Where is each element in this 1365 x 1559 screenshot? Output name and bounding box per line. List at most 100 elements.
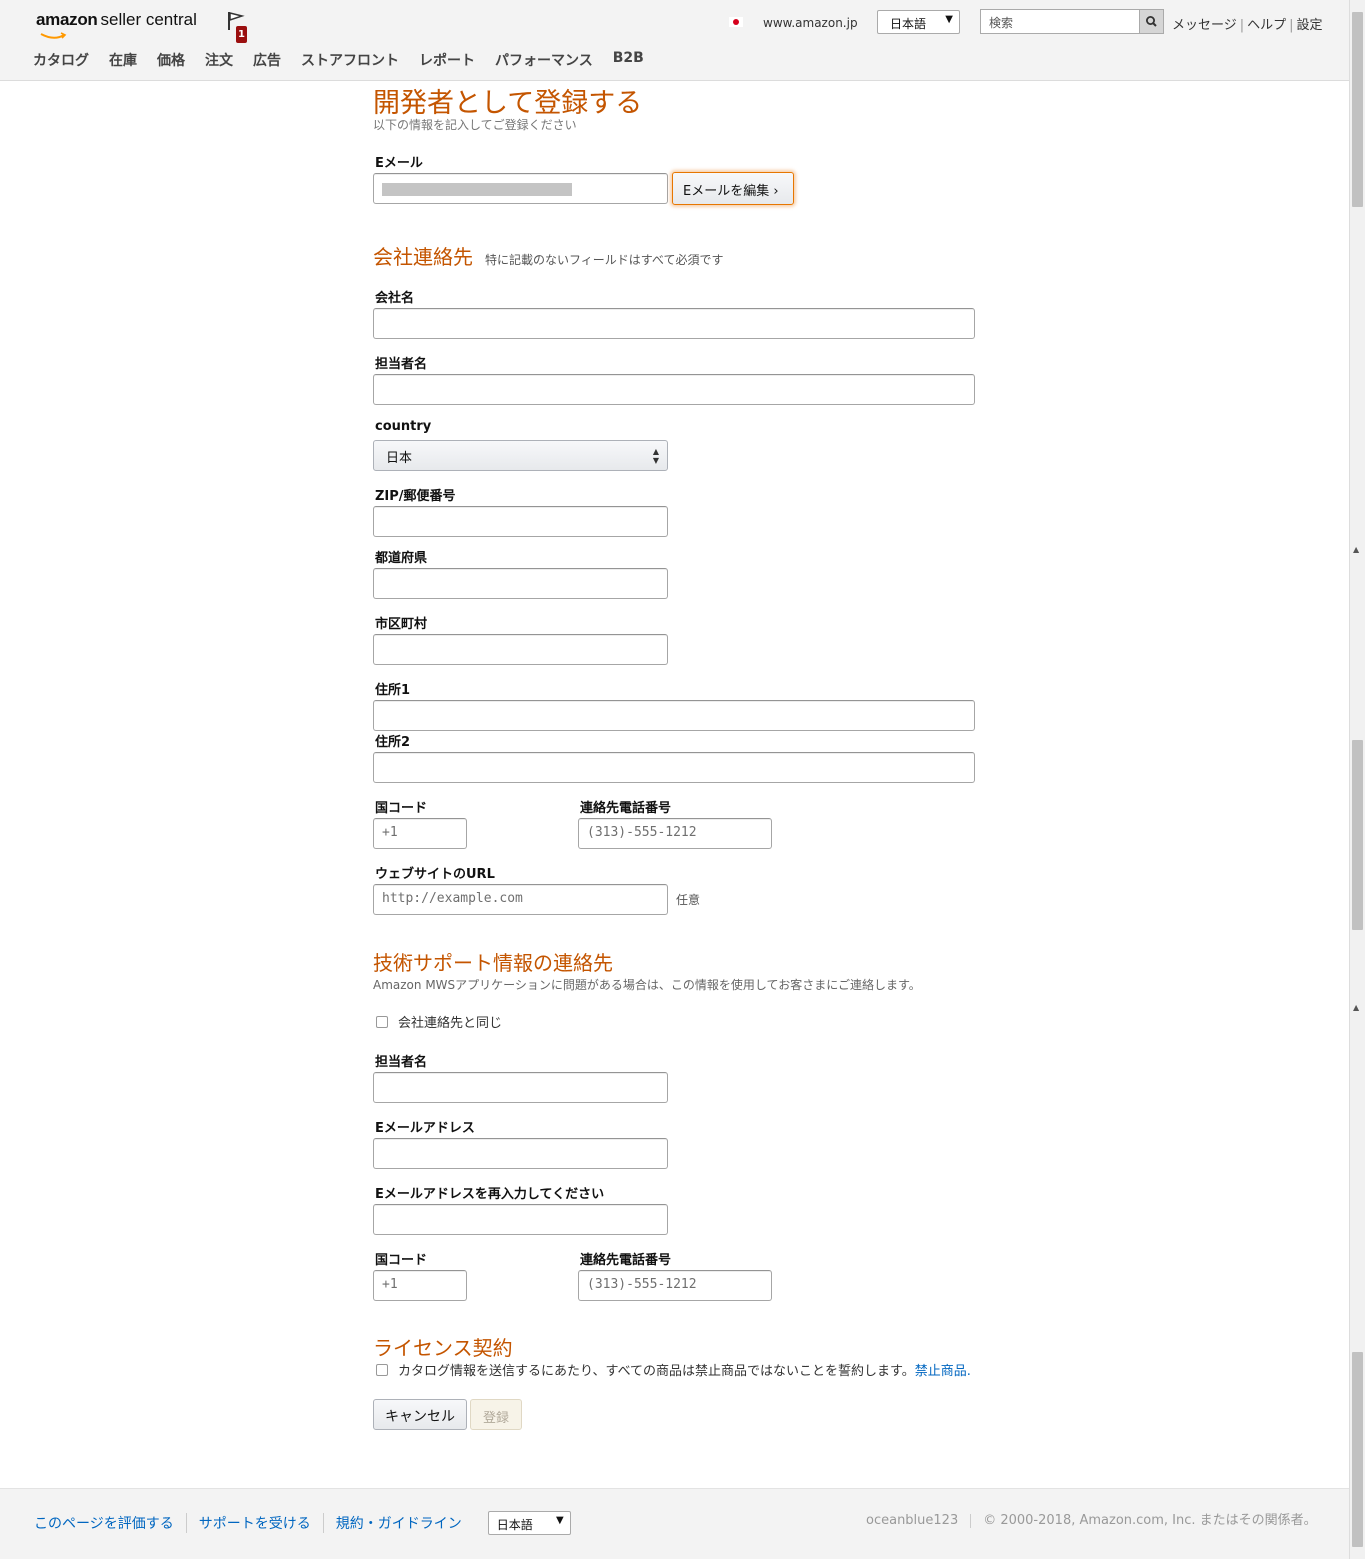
terms-guidelines-link[interactable]: 規約・ガイドライン bbox=[324, 1513, 474, 1533]
footer-language-value: 日本語 bbox=[496, 1518, 533, 1532]
page-subtitle: 以下の情報を記入してご登録ください bbox=[373, 118, 577, 132]
company-name-field[interactable] bbox=[373, 308, 975, 339]
address1-field[interactable] bbox=[373, 700, 975, 731]
main-nav: カタログ 在庫 価格 注文 広告 ストアフロント レポート パフォーマンス B2… bbox=[33, 50, 644, 70]
scroll-up-arrow-icon[interactable]: ▲ bbox=[1353, 545, 1359, 554]
country-value: 日本 bbox=[386, 451, 413, 466]
scrollbar-thumb-2[interactable] bbox=[1352, 740, 1363, 930]
license-title: ライセンス契約 bbox=[373, 1336, 513, 1360]
prohibited-products-link[interactable]: 禁止商品. bbox=[915, 1360, 971, 1379]
address2-label: 住所2 bbox=[375, 735, 411, 750]
email-field[interactable] bbox=[373, 173, 668, 204]
tech-support-title: 技術サポート情報の連絡先 bbox=[373, 951, 613, 975]
search-icon bbox=[1146, 16, 1157, 27]
company-name-label: 会社名 bbox=[375, 291, 415, 306]
company-contact-title: 会社連絡先 bbox=[373, 245, 473, 269]
get-support-link[interactable]: サポートを受ける bbox=[187, 1513, 324, 1533]
country-code-label: 国コード bbox=[375, 801, 428, 816]
logo-seller-central-text: seller central bbox=[100, 10, 197, 29]
city-field[interactable] bbox=[373, 634, 668, 665]
address1-label: 住所1 bbox=[375, 683, 411, 698]
nav-inventory[interactable]: 在庫 bbox=[109, 50, 137, 70]
website-field[interactable]: http://example.com bbox=[373, 884, 668, 915]
nav-b2b[interactable]: B2B bbox=[613, 50, 644, 70]
seller-central-logo[interactable]: amazon seller central bbox=[36, 10, 197, 39]
dropdown-caret-icon: ▼ bbox=[556, 1515, 564, 1526]
footer-account-info: oceanblue123 © 2000-2018, Amazon.com, Inc… bbox=[866, 1509, 1317, 1528]
tech-country-code-field[interactable]: +1 bbox=[373, 1270, 467, 1301]
tech-support-subtitle: Amazon MWSアプリケーションに問題がある場合は、この情報を使用してお客さ… bbox=[373, 978, 921, 992]
country-label: country bbox=[375, 419, 432, 434]
optional-text: 任意 bbox=[676, 893, 701, 907]
nav-performance[interactable]: パフォーマンス bbox=[495, 50, 593, 70]
license-agreement-checkbox[interactable] bbox=[376, 1363, 388, 1376]
tech-email-label: Eメールアドレス bbox=[375, 1121, 475, 1136]
nav-reports[interactable]: レポート bbox=[419, 50, 475, 70]
logo-amazon-text: amazon bbox=[36, 10, 98, 29]
same-as-company-label: 会社連絡先と同じ bbox=[398, 1016, 503, 1031]
edit-email-button[interactable]: Eメールを編集 › bbox=[672, 172, 794, 205]
tech-contact-name-label: 担当者名 bbox=[375, 1055, 428, 1070]
nav-orders[interactable]: 注文 bbox=[205, 50, 233, 70]
country-code-field[interactable]: +1 bbox=[373, 818, 467, 849]
marketplace-domain[interactable]: www.amazon.jp bbox=[763, 16, 858, 30]
tech-email-confirm-label: Eメールアドレスを再入力してください bbox=[375, 1187, 605, 1202]
email-label: Eメール bbox=[375, 156, 423, 171]
company-contact-section-title: 会社連絡先 特に記載のないフィールドはすべて必須です bbox=[373, 241, 723, 270]
page-scrollbar[interactable]: ▲ ▲ bbox=[1349, 0, 1365, 1559]
zip-label: ZIP/郵便番号 bbox=[375, 489, 456, 504]
tech-country-code-label: 国コード bbox=[375, 1253, 428, 1268]
tech-email-field[interactable] bbox=[373, 1138, 668, 1169]
top-header: amazon seller central 1 www.amazon.jp 日本語… bbox=[0, 0, 1349, 81]
japan-flag-icon bbox=[729, 17, 743, 27]
notification-count-badge: 1 bbox=[236, 26, 247, 43]
nav-storefront[interactable]: ストアフロント bbox=[301, 50, 399, 70]
nav-pricing[interactable]: 価格 bbox=[157, 50, 185, 70]
register-button[interactable]: 登録 bbox=[470, 1399, 523, 1430]
address2-field[interactable] bbox=[373, 752, 975, 783]
nav-advertising[interactable]: 広告 bbox=[253, 50, 281, 70]
phone-field[interactable]: (313)-555-1212 bbox=[578, 818, 772, 849]
footer-links: このページを評価する サポートを受ける 規約・ガイドライン 日本語 ▼ bbox=[34, 1511, 571, 1535]
same-as-company-checkbox[interactable] bbox=[376, 1015, 388, 1028]
prefecture-label: 都道府県 bbox=[375, 551, 428, 566]
footer-copyright: © 2000-2018, Amazon.com, Inc. またはその関係者。 bbox=[983, 1513, 1317, 1528]
search-input[interactable]: 検索 bbox=[980, 9, 1140, 34]
dropdown-caret-icon: ▼ bbox=[945, 14, 953, 25]
scrollbar-thumb[interactable] bbox=[1352, 12, 1363, 207]
page-title: 開発者として登録する bbox=[373, 88, 643, 119]
amazon-smile-icon bbox=[40, 32, 67, 39]
header-language-value: 日本語 bbox=[890, 17, 927, 31]
settings-link[interactable]: 設定 bbox=[1297, 18, 1323, 33]
license-agreement-text: カタログ情報を送信するにあたり、すべての商品は禁止商品ではないことを誓約します。 bbox=[398, 1364, 915, 1379]
notifications-flag-button[interactable]: 1 bbox=[227, 11, 251, 43]
contact-name-field[interactable] bbox=[373, 374, 975, 405]
tech-contact-name-field[interactable] bbox=[373, 1072, 668, 1103]
header-links: メッセージ | ヘルプ | 設定 bbox=[1172, 18, 1323, 33]
messages-link[interactable]: メッセージ bbox=[1172, 18, 1237, 33]
zip-field[interactable] bbox=[373, 506, 668, 537]
nav-catalog[interactable]: カタログ bbox=[33, 50, 89, 70]
footer-language-select[interactable]: 日本語 ▼ bbox=[487, 1511, 571, 1535]
tech-phone-field[interactable]: (313)-555-1212 bbox=[578, 1270, 772, 1301]
rate-page-link[interactable]: このページを評価する bbox=[34, 1513, 187, 1533]
same-as-company-row[interactable]: 会社連絡先と同じ bbox=[376, 1012, 502, 1031]
phone-label: 連絡先電話番号 bbox=[580, 801, 672, 816]
tech-phone-label: 連絡先電話番号 bbox=[580, 1253, 672, 1268]
contact-name-label: 担当者名 bbox=[375, 357, 428, 372]
tech-email-confirm-field[interactable] bbox=[373, 1204, 668, 1235]
search-button[interactable] bbox=[1139, 9, 1164, 34]
country-select[interactable]: 日本 ▲ ▼ bbox=[373, 440, 668, 471]
required-fields-note: 特に記載のないフィールドはすべて必須です bbox=[485, 253, 724, 267]
help-link[interactable]: ヘルプ bbox=[1247, 18, 1286, 33]
select-arrows-icon: ▲ ▼ bbox=[652, 447, 659, 465]
scrollbar-thumb-3[interactable] bbox=[1352, 1352, 1363, 1547]
redacted-email bbox=[382, 183, 572, 196]
cancel-button[interactable]: キャンセル bbox=[373, 1399, 467, 1430]
city-label: 市区町村 bbox=[375, 617, 428, 632]
page-footer: このページを評価する サポートを受ける 規約・ガイドライン 日本語 ▼ ocea… bbox=[0, 1488, 1349, 1559]
prefecture-field[interactable] bbox=[373, 568, 668, 599]
license-agreement-row[interactable]: カタログ情報を送信するにあたり、すべての商品は禁止商品ではないことを誓約します。… bbox=[376, 1360, 971, 1379]
header-language-select[interactable]: 日本語 ▼ bbox=[877, 10, 960, 34]
scroll-up-arrow-icon-2[interactable]: ▲ bbox=[1353, 1003, 1359, 1012]
